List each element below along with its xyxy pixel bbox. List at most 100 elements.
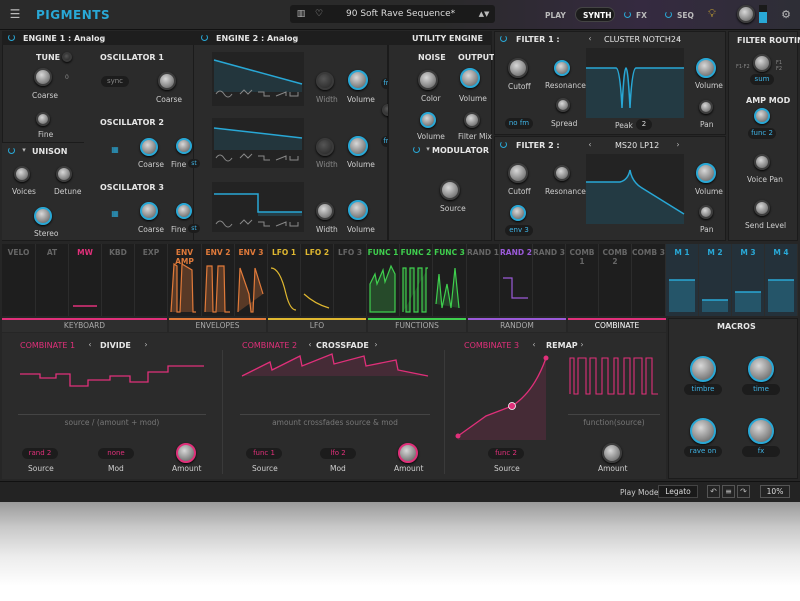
coarse-knob[interactable] xyxy=(34,68,52,86)
mod-slot-comb-3[interactable]: COMB 3 xyxy=(632,244,666,316)
combinate3-source[interactable]: func 2 xyxy=(488,448,524,459)
tab-random[interactable]: RANDOM xyxy=(468,318,566,332)
combinate1-next-icon[interactable]: › xyxy=(142,339,150,349)
combinate2-mod[interactable]: lfo 2 xyxy=(320,448,356,459)
macro2-knob[interactable] xyxy=(748,356,774,382)
mod-slot-m-1[interactable]: M 1 xyxy=(666,244,699,316)
tab-envelopes[interactable]: ENVELOPES xyxy=(169,318,266,332)
unison-dropdown-icon[interactable]: ▾ xyxy=(20,145,28,155)
filter1-next-icon[interactable]: › xyxy=(674,33,682,43)
mod-slot-rand-1[interactable]: RAND 1 xyxy=(467,244,500,316)
osc3-width-knob[interactable] xyxy=(316,202,334,220)
osc2-keyboard-icon[interactable]: ▦ xyxy=(110,144,120,154)
filter1-resonance-knob[interactable] xyxy=(554,60,570,76)
combinate1-mode[interactable]: DIVIDE xyxy=(100,341,131,350)
tab-combinate[interactable]: COMBINATE xyxy=(568,318,666,332)
osc1-coarse-knob[interactable] xyxy=(158,72,176,90)
mod-slot-m-3[interactable]: M 3 xyxy=(732,244,765,316)
filter2-env-source[interactable]: env 3 xyxy=(505,225,533,236)
combinate2-mode[interactable]: CROSSFADE xyxy=(316,341,369,350)
preset-name[interactable]: 90 Soft Rave Sequence* xyxy=(346,9,455,19)
lightbulb-icon[interactable]: 💡︎ xyxy=(706,7,718,21)
mod-slot-mw[interactable]: MW xyxy=(69,244,102,316)
macro3-label[interactable]: rave on xyxy=(684,446,722,457)
mod-slot-kbd[interactable]: KBD xyxy=(102,244,135,316)
engine1-dropdown-icon[interactable]: ▾ xyxy=(98,33,108,43)
combinate2-source[interactable]: func 1 xyxy=(246,448,282,459)
mod-slot-env-amp[interactable]: ENV AMP xyxy=(168,244,202,316)
osc1-width-knob[interactable] xyxy=(316,72,334,90)
sync-button[interactable]: sync xyxy=(101,76,129,87)
menu-icon[interactable]: ☰ xyxy=(9,7,21,21)
mod-slot-env-3[interactable]: ENV 3 xyxy=(235,244,268,316)
macro3-knob[interactable] xyxy=(690,418,716,444)
macro2-label[interactable]: time xyxy=(742,384,780,395)
macro1-label[interactable]: timbre xyxy=(684,384,722,395)
filter1-type[interactable]: CLUSTER NOTCH24 xyxy=(604,35,681,44)
filter1-volume-knob[interactable] xyxy=(696,58,716,78)
fx-tab[interactable]: FX xyxy=(636,11,647,20)
mod-slot-env-2[interactable]: ENV 2 xyxy=(202,244,235,316)
undo-icon[interactable]: ↶ xyxy=(707,485,720,498)
mod-slot-lfo-2[interactable]: LFO 2 xyxy=(301,244,334,316)
seq-power-icon[interactable] xyxy=(665,11,672,18)
mod-slot-lfo-3[interactable]: LFO 3 xyxy=(334,244,367,316)
library-icon[interactable]: ▥ xyxy=(296,8,306,20)
amp-mod-source[interactable]: func 2 xyxy=(748,128,776,139)
history-list-icon[interactable]: ≡ xyxy=(722,485,735,498)
modulator-dropdown-icon[interactable]: ▾ xyxy=(424,144,432,154)
osc3-fine-knob[interactable] xyxy=(176,203,192,219)
master-volume-knob[interactable] xyxy=(737,5,755,23)
filter2-next-icon[interactable]: › xyxy=(674,139,682,149)
filter2-power-icon[interactable] xyxy=(500,141,507,148)
stereo-knob[interactable] xyxy=(34,207,52,225)
tab-keyboard[interactable]: KEYBOARD xyxy=(2,318,167,332)
filter1-spread-knob[interactable] xyxy=(556,98,570,112)
mod-slot-comb-2[interactable]: COMB 2 xyxy=(599,244,632,316)
engine2-title[interactable]: ENGINE 2 : Analog xyxy=(216,34,298,43)
mod-slot-at[interactable]: AT xyxy=(36,244,69,316)
osc3-volume-knob[interactable] xyxy=(348,200,368,220)
heart-icon[interactable]: ♡ xyxy=(314,8,324,20)
combinate2-prev-icon[interactable]: ‹ xyxy=(306,339,314,349)
combinate1-mod[interactable]: none xyxy=(98,448,134,459)
combinate1-source[interactable]: rand 2 xyxy=(22,448,58,459)
osc3-st-badge[interactable]: st xyxy=(188,224,200,233)
filter1-peak-value[interactable]: 2 xyxy=(636,119,652,130)
combinate3-next-icon[interactable]: › xyxy=(578,339,586,349)
engine1-title[interactable]: ENGINE 1 : Analog xyxy=(23,34,105,43)
osc2-width-knob[interactable] xyxy=(316,138,334,156)
filter2-cutoff-knob[interactable] xyxy=(508,163,528,183)
filter1-power-icon[interactable] xyxy=(500,35,507,42)
mod-slot-func-1[interactable]: FUNC 1 xyxy=(367,244,400,316)
filter2-pan-knob[interactable] xyxy=(699,205,713,219)
send-level-knob[interactable] xyxy=(754,200,770,216)
voice-pan-knob[interactable] xyxy=(754,154,770,170)
osc2-st-badge[interactable]: st xyxy=(188,159,200,168)
redo-icon[interactable]: ↷ xyxy=(737,485,750,498)
noise-volume-knob[interactable] xyxy=(420,112,436,128)
osc2-volume-knob[interactable] xyxy=(348,136,368,156)
filter1-pan-knob[interactable] xyxy=(699,100,713,114)
play-mode-select[interactable]: Legato xyxy=(658,485,698,498)
mod-slot-rand-2[interactable]: RAND 2 xyxy=(500,244,533,316)
macro4-knob[interactable] xyxy=(748,418,774,444)
filter2-resonance-knob[interactable] xyxy=(554,165,570,181)
osc3-coarse-knob[interactable] xyxy=(140,202,158,220)
detune-knob[interactable] xyxy=(56,166,72,182)
engine2-power-icon[interactable] xyxy=(201,34,208,41)
preset-arrows-icon[interactable]: ▲▼ xyxy=(476,9,492,19)
play-tab[interactable]: PLAY xyxy=(545,11,566,20)
filter2-type[interactable]: MS20 LP12 xyxy=(615,141,659,150)
fx-power-icon[interactable] xyxy=(624,11,631,18)
macro4-label[interactable]: fx xyxy=(742,446,780,457)
filter1-prev-icon[interactable]: ‹ xyxy=(586,33,594,43)
mod-slot-velo[interactable]: VELO xyxy=(2,244,36,316)
combinate2-amount-knob[interactable] xyxy=(398,443,418,463)
osc3-keyboard-icon[interactable]: ▦ xyxy=(110,208,120,218)
combinate3-amount-knob[interactable] xyxy=(602,443,622,463)
filter-routing-knob[interactable] xyxy=(753,54,771,72)
tune-small-knob[interactable] xyxy=(62,52,72,62)
modulator-source-knob[interactable] xyxy=(440,180,460,200)
mod-slot-lfo-1[interactable]: LFO 1 xyxy=(268,244,301,316)
